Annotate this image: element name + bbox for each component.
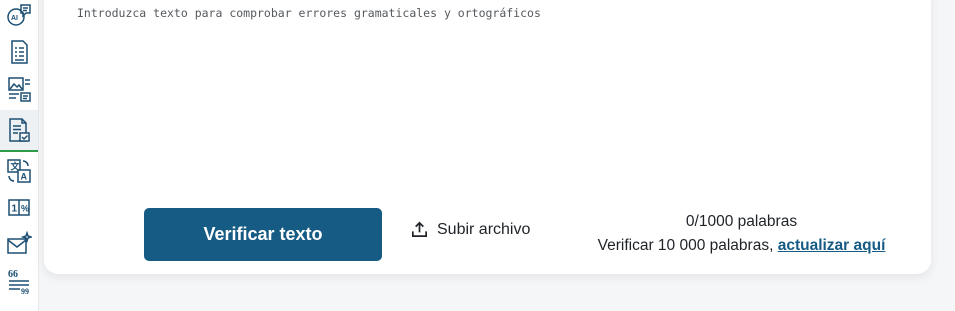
svg-text:AI: AI [11, 15, 18, 22]
svg-text:99: 99 [21, 287, 29, 295]
upgrade-line: Verificar 10 000 palabras, actualizar aq… [574, 234, 909, 258]
word-count-panel: 0/1000 palabras Verificar 10 000 palabra… [574, 210, 909, 258]
upload-file-label: Subir archivo [437, 220, 531, 238]
ai-chat-icon[interactable]: AI [5, 0, 33, 30]
upgrade-link[interactable]: actualizar aquí [778, 237, 886, 254]
upload-file-button[interactable]: Subir archivo [410, 220, 530, 239]
document-check-icon[interactable] [0, 110, 38, 152]
tool-sidebar: AI 文 A 1 % 66 99 [0, 0, 39, 311]
grammar-checker-card: Verificar texto Subir archivo 0/1000 pal… [44, 0, 931, 274]
quote-icon[interactable]: 66 99 [5, 266, 33, 296]
document-list-icon[interactable] [5, 37, 33, 67]
svg-text:66: 66 [8, 269, 18, 280]
email-sparkle-icon[interactable] [5, 229, 33, 259]
translate-icon[interactable]: 文 A [5, 156, 33, 186]
upload-icon [411, 221, 428, 238]
word-count: 0/1000 palabras [685, 213, 798, 230]
upgrade-prefix: Verificar 10 000 palabras, [597, 237, 774, 254]
svg-text:A: A [21, 172, 28, 182]
image-text-icon[interactable] [5, 74, 33, 104]
svg-text:%: % [21, 204, 29, 214]
svg-text:1: 1 [12, 204, 18, 215]
text-input[interactable] [75, 4, 899, 178]
number-icon[interactable]: 1 % [5, 192, 33, 222]
verify-text-button[interactable]: Verificar texto [144, 208, 382, 261]
